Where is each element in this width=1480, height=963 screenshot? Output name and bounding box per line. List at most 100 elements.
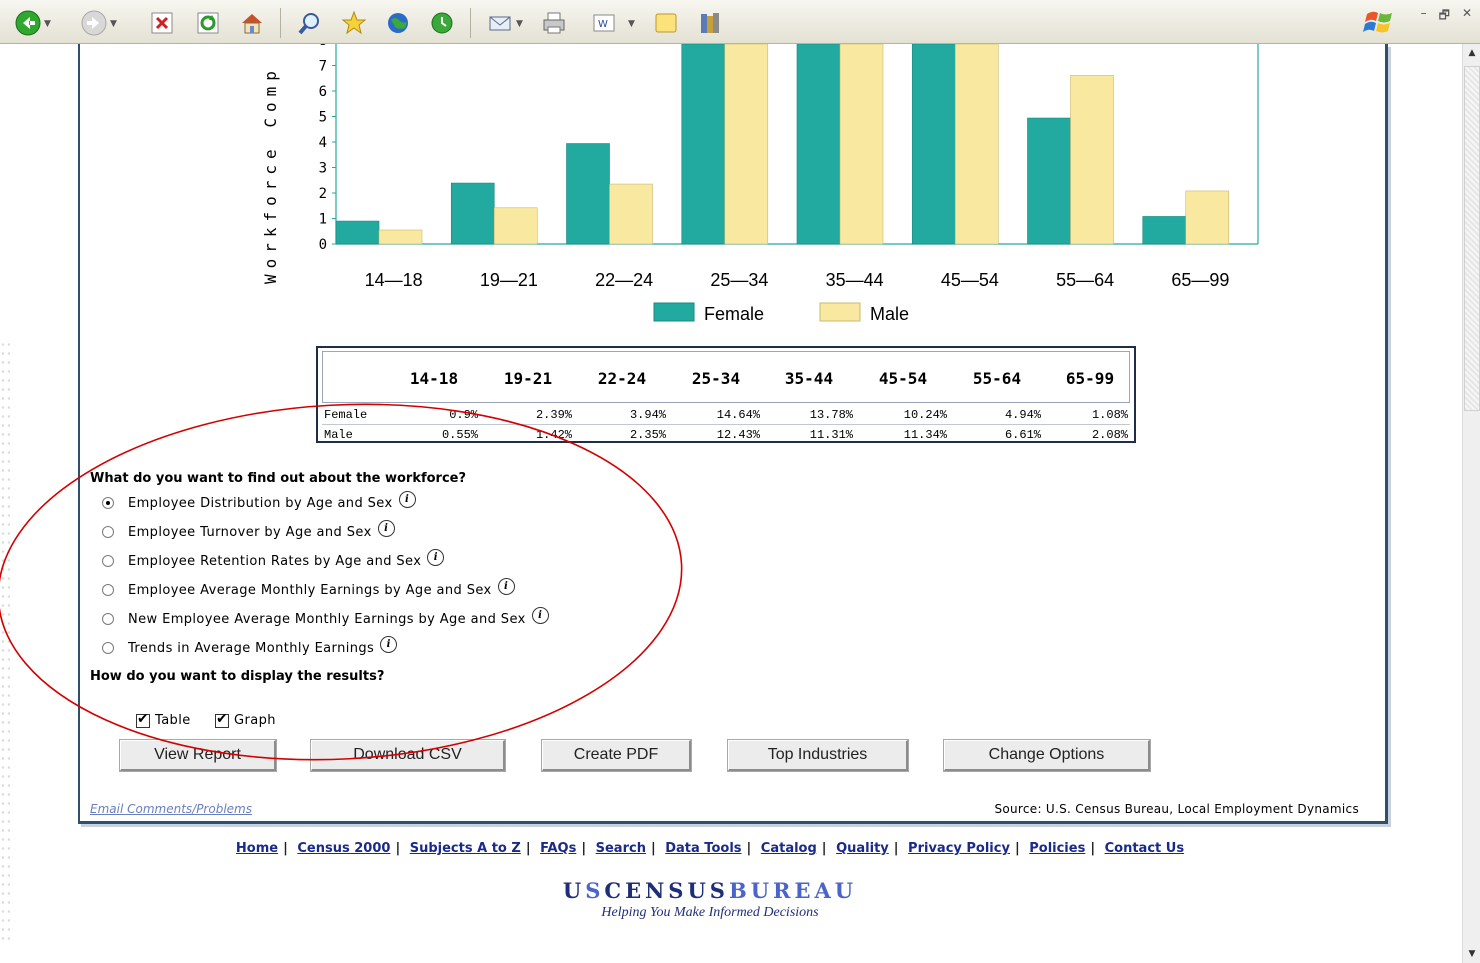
footer-link-faqs[interactable]: FAQs: [540, 841, 576, 856]
option-label: Trends in Average Monthly Earnings: [128, 640, 375, 656]
view-report-button[interactable]: View Report: [119, 739, 277, 772]
restore-icon[interactable]: 🗗: [1439, 6, 1450, 27]
radio-button[interactable]: [102, 526, 114, 538]
info-icon[interactable]: i: [427, 548, 445, 566]
mail-dropdown-icon[interactable]: ▼: [516, 19, 523, 29]
history-icon[interactable]: [428, 9, 456, 37]
vertical-scrollbar[interactable]: ▲ ▼: [1462, 44, 1480, 963]
option-new-employee-earnings[interactable]: New Employee Average Monthly Earnings by…: [102, 606, 549, 629]
table-checkbox[interactable]: [136, 711, 150, 728]
window-controls: – 🗗 ✕: [1421, 6, 1472, 27]
info-icon[interactable]: i: [398, 490, 416, 508]
discuss-icon[interactable]: [652, 9, 680, 37]
graph-checkbox-option[interactable]: Graph: [215, 711, 276, 728]
checkbox-label: Graph: [234, 713, 276, 728]
wordmark-part: S: [585, 878, 605, 903]
table-cell: 2.08%: [1091, 428, 1128, 442]
download-csv-button[interactable]: Download CSV: [310, 739, 506, 772]
option-turnover[interactable]: Employee Turnover by Age and Sex i: [102, 519, 395, 542]
info-icon[interactable]: i: [380, 635, 398, 653]
option-distribution[interactable]: Employee Distribution by Age and Sex i: [102, 490, 416, 513]
info-icon[interactable]: i: [497, 577, 515, 595]
table-checkbox-option[interactable]: Table: [136, 711, 191, 728]
table-header-cell: 19-21: [503, 369, 553, 388]
radio-button[interactable]: [102, 642, 114, 654]
bar-male: [378, 229, 423, 245]
footer-link-home[interactable]: Home: [236, 841, 278, 856]
print-icon[interactable]: [540, 9, 568, 37]
y-tick-label: 1: [319, 212, 327, 228]
scroll-thumb[interactable]: [1464, 66, 1480, 411]
y-tick-label: 0: [319, 237, 327, 253]
y-tick-label: 3: [319, 161, 327, 177]
x-tick-label: 22—24: [595, 270, 653, 290]
edit-dropdown-icon[interactable]: ▼: [628, 19, 635, 29]
radio-button[interactable]: [102, 613, 114, 625]
refresh-icon[interactable]: [194, 9, 222, 37]
back-dropdown-icon[interactable]: ▼: [44, 19, 51, 29]
wordmark-part: U: [562, 878, 586, 903]
change-options-button[interactable]: Change Options: [943, 739, 1151, 772]
create-pdf-button[interactable]: Create PDF: [541, 739, 692, 772]
favorites-icon[interactable]: [340, 9, 368, 37]
table-cell: 0.9%: [449, 408, 478, 422]
radio-button[interactable]: [102, 497, 114, 509]
media-icon[interactable]: [384, 9, 412, 37]
footer-link-catalog[interactable]: Catalog: [761, 841, 817, 856]
table-cell: 10.24%: [903, 408, 947, 422]
x-tick-label: 55—64: [1056, 270, 1114, 290]
bar-male: [839, 44, 884, 245]
option-earnings-trends[interactable]: Trends in Average Monthly Earnings i: [102, 635, 398, 658]
search-icon[interactable]: [296, 9, 324, 37]
graph-checkbox[interactable]: [215, 711, 229, 728]
census-bureau-logo[interactable]: USCENSUSBUREAU Helping You Make Informed…: [0, 878, 1420, 921]
edit-icon[interactable]: W: [590, 9, 618, 37]
forward-dropdown-icon[interactable]: ▼: [110, 19, 117, 29]
table-cell: 11.31%: [809, 428, 853, 442]
option-retention[interactable]: Employee Retention Rates by Age and Sex …: [102, 548, 445, 571]
scroll-down-icon[interactable]: ▼: [1463, 945, 1480, 963]
table-cell: 14.64%: [716, 408, 760, 422]
radio-button[interactable]: [102, 555, 114, 567]
scroll-up-icon[interactable]: ▲: [1463, 44, 1480, 62]
footer-link-data-tools[interactable]: Data Tools: [665, 841, 741, 856]
email-comments-link[interactable]: Email Comments/Problems: [90, 802, 252, 816]
info-icon[interactable]: i: [531, 606, 549, 624]
footer-link-census-2000[interactable]: Census 2000: [297, 841, 390, 856]
radio-button[interactable]: [102, 584, 114, 596]
footer-link-search[interactable]: Search: [596, 841, 646, 856]
footer-link-quality[interactable]: Quality: [836, 841, 889, 856]
svg-text:W: W: [598, 19, 608, 30]
y-axis-label: Workforce Comp: [261, 65, 280, 284]
table-row: Male 0.55% 1.42% 2.35% 12.43% 11.31% 11.…: [322, 425, 1130, 445]
mail-icon[interactable]: [486, 9, 514, 37]
footer-link-policies[interactable]: Policies: [1029, 841, 1085, 856]
bar-female: [566, 143, 610, 245]
footer-link-subjects[interactable]: Subjects A to Z: [410, 841, 521, 856]
report-panel: Workforce Comp 0 1 2 3 4 5 6 7 8 14—18 19—21 22—24 25…: [78, 44, 1388, 824]
bar-male: [1070, 75, 1114, 245]
table-header-cell: 45-54: [878, 369, 928, 388]
x-tick-label: 65—99: [1171, 270, 1229, 290]
bar-female: [1027, 117, 1071, 245]
footer-separator: |: [650, 841, 656, 856]
wordmark-part: BUREAU: [728, 878, 858, 903]
y-tick-label: 7: [319, 59, 327, 75]
info-icon[interactable]: i: [377, 519, 395, 537]
back-icon[interactable]: [14, 9, 42, 37]
home-icon[interactable]: [238, 9, 266, 37]
x-tick-label: 35—44: [826, 270, 884, 290]
forward-icon[interactable]: [80, 9, 108, 37]
bar-female: [681, 44, 726, 245]
footer-link-privacy-policy[interactable]: Privacy Policy: [908, 841, 1010, 856]
top-industries-button[interactable]: Top Industries: [727, 739, 909, 772]
minimize-icon[interactable]: –: [1421, 6, 1427, 27]
stop-icon[interactable]: [148, 9, 176, 37]
research-icon[interactable]: [696, 9, 724, 37]
x-tick-label: 25—34: [710, 270, 768, 290]
footer-separator: |: [1014, 841, 1020, 856]
close-icon[interactable]: ✕: [1462, 6, 1472, 27]
option-avg-earnings[interactable]: Employee Average Monthly Earnings by Age…: [102, 577, 515, 600]
footer-link-contact-us[interactable]: Contact Us: [1105, 841, 1184, 856]
x-tick-label: 19—21: [480, 270, 538, 290]
